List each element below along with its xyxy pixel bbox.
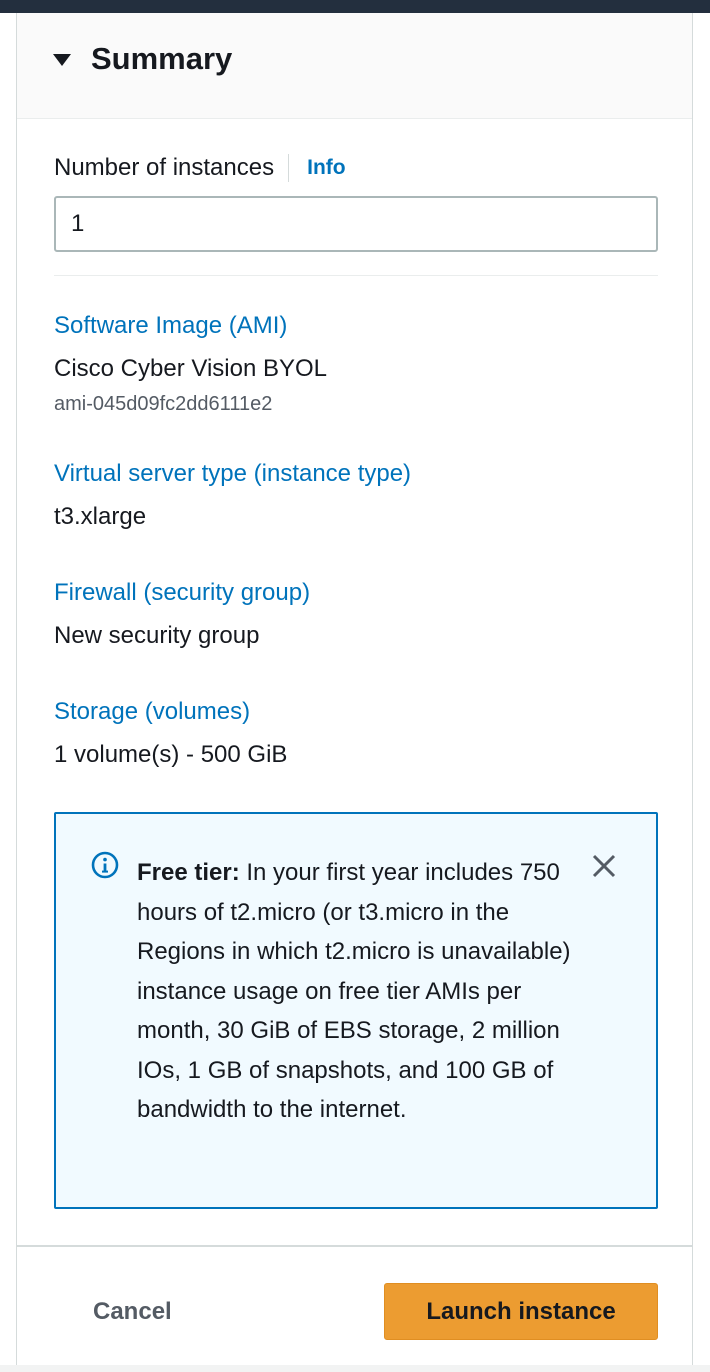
storage-value: 1 volume(s) - 500 GiB: [54, 741, 288, 768]
caret-down-icon[interactable]: [53, 54, 71, 66]
close-icon[interactable]: [589, 851, 619, 881]
free-tier-body: In your first year includes 750 hours of…: [137, 859, 571, 1123]
summary-title[interactable]: Summary: [91, 39, 232, 79]
instances-input[interactable]: [54, 196, 658, 252]
free-tier-alert: Free tier: In your first year includes 7…: [54, 812, 658, 1209]
cancel-button[interactable]: Cancel: [73, 1287, 192, 1337]
section-divider: [54, 275, 658, 276]
top-navigation-bar: [0, 0, 710, 13]
bottom-strip: [0, 1365, 710, 1372]
ami-link[interactable]: Software Image (AMI): [54, 310, 287, 342]
instances-label-row: Number of instances Info: [54, 151, 346, 185]
free-tier-message: Free tier: In your first year includes 7…: [137, 853, 577, 1130]
label-divider: [288, 154, 290, 182]
info-circle-icon: [91, 851, 119, 879]
instances-info-link[interactable]: Info: [307, 156, 345, 180]
instances-label: Number of instances: [54, 154, 275, 181]
summary-header[interactable]: Summary: [17, 13, 692, 119]
instance-type-value: t3.xlarge: [54, 503, 147, 530]
launch-instance-button[interactable]: Launch instance: [384, 1283, 658, 1340]
firewall-link[interactable]: Firewall (security group): [54, 577, 310, 609]
ami-id: ami-045d09fc2dd6111e2: [54, 393, 273, 415]
free-tier-heading: Free tier:: [137, 859, 240, 886]
instance-type-link[interactable]: Virtual server type (instance type): [54, 458, 411, 490]
storage-link[interactable]: Storage (volumes): [54, 696, 250, 728]
footer-divider: [17, 1245, 692, 1247]
firewall-value: New security group: [54, 622, 260, 649]
summary-panel: Summary Number of instances Info Softwar…: [16, 13, 693, 1365]
ami-name: Cisco Cyber Vision BYOL: [54, 355, 327, 382]
